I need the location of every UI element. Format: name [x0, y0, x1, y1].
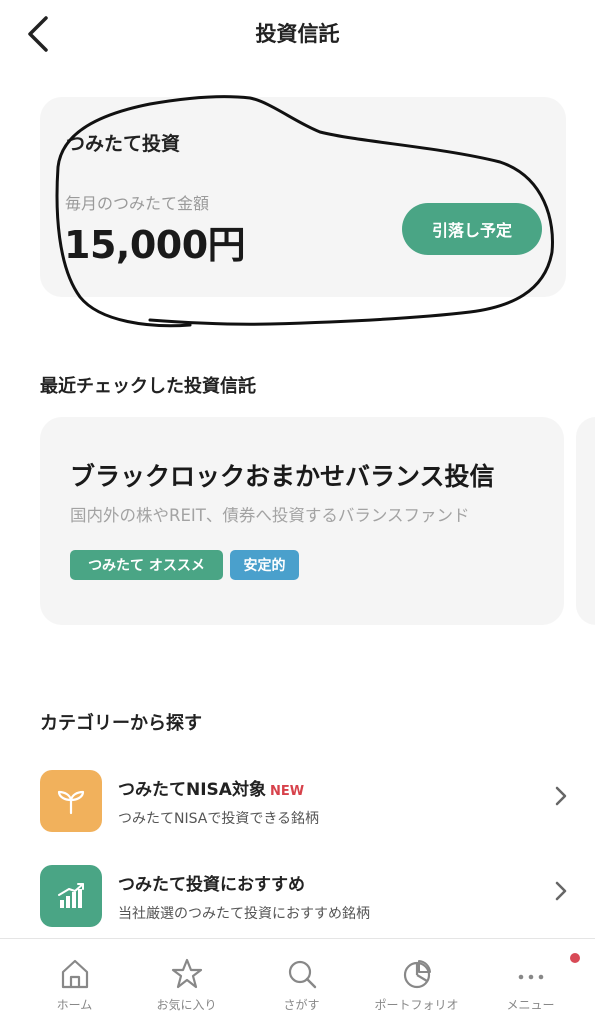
sprout-icon: [40, 770, 102, 832]
category-title: つみたてNISA対象 NEW: [118, 775, 304, 800]
search-icon: [288, 960, 316, 989]
nav-portfolio[interactable]: ポートフォリオ: [357, 939, 476, 1024]
nav-favorites-label: お気に入り: [156, 998, 217, 1012]
chevron-right-icon: [555, 881, 567, 901]
tsumitate-heading: つみたて投資: [66, 133, 181, 155]
fund-name: ブラックロックおまかせバランス投信: [70, 462, 495, 491]
monthly-amount-label: 毎月のつみたて金額: [65, 194, 210, 213]
star-icon: [171, 958, 202, 989]
nav-menu[interactable]: メニュー: [471, 939, 590, 1024]
category-row-tsumitate-nisa[interactable]: つみたてNISA対象 NEW つみたてNISAで投資できる銘柄: [0, 770, 595, 840]
tsumitate-card[interactable]: つみたて投資 毎月のつみたて金額 15,000円 引落し予定: [40, 97, 566, 297]
nav-favorites[interactable]: お気に入り: [127, 939, 246, 1024]
new-badge: NEW: [269, 784, 305, 799]
recent-funds-section-title: 最近チェックした投資信託: [40, 376, 256, 397]
category-section-title: カテゴリーから探す: [40, 713, 202, 734]
nav-home[interactable]: ホーム: [15, 939, 134, 1024]
page-title: 投資信託: [255, 22, 340, 46]
category-title: つみたて投資におすすめ: [118, 875, 305, 895]
notification-dot: [570, 953, 580, 963]
category-description: つみたてNISAで投資できる銘柄: [118, 811, 320, 827]
tag-stable: 安定的: [230, 550, 299, 580]
bottom-navigation: ホーム お気に入り さがす ポートフォリオ メニュー: [0, 938, 595, 1024]
nav-search-label: さがす: [283, 998, 320, 1012]
header: 投資信託: [0, 0, 595, 70]
nav-search[interactable]: さがす: [242, 939, 361, 1024]
category-title-text: つみたてNISA対象: [118, 780, 266, 800]
recent-fund-card[interactable]: ブラックロックおまかせバランス投信 国内外の株やREIT、債券へ投資するバランス…: [40, 417, 564, 625]
more-icon: [518, 974, 543, 980]
monthly-amount-value: 15,000円: [64, 223, 246, 267]
nav-menu-label: メニュー: [506, 998, 555, 1012]
nav-home-label: ホーム: [56, 998, 93, 1012]
nav-portfolio-label: ポートフォリオ: [374, 998, 459, 1012]
home-icon: [61, 959, 88, 989]
category-description: 当社厳選のつみたて投資におすすめ銘柄: [118, 906, 370, 922]
debit-schedule-button[interactable]: 引落し予定: [402, 203, 542, 255]
category-row-tsumitate-recommend[interactable]: つみたて投資におすすめ 当社厳選のつみたて投資におすすめ銘柄: [0, 865, 595, 935]
tag-tsumitate-recommend: つみたて オススメ: [70, 550, 223, 580]
pie-chart-icon: [403, 960, 431, 989]
bar-chart-icon: [40, 865, 102, 927]
fund-description: 国内外の株やREIT、債券へ投資するバランスファンド: [70, 506, 470, 525]
next-fund-card-peek[interactable]: [576, 417, 595, 625]
chevron-right-icon: [555, 786, 567, 806]
